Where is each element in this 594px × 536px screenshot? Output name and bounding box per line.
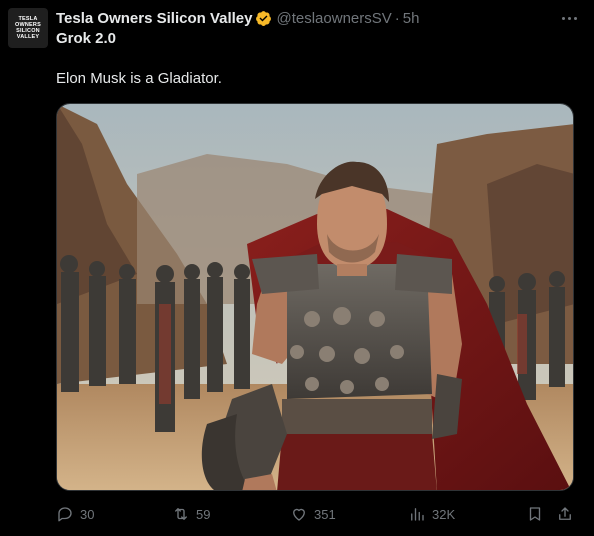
tweet[interactable]: TESLA OWNERS SILICON VALLEY Tesla Owners… <box>0 0 594 536</box>
reply-button[interactable]: 30 <box>56 502 94 526</box>
tweet-media-image[interactable] <box>56 103 574 491</box>
separator: · <box>394 9 400 27</box>
views-count: 32K <box>432 506 456 522</box>
views-icon <box>411 508 424 521</box>
retweet-icon <box>175 508 187 520</box>
tweet-header: Tesla Owners Silicon Valley @teslaowners… <box>56 8 584 28</box>
share-button[interactable] <box>556 502 574 526</box>
tweet-actions: 30 59 351 32K <box>56 502 580 526</box>
verified-badge-icon[interactable] <box>255 10 272 27</box>
like-count: 351 <box>314 506 336 522</box>
tweet-text-line: Elon Musk is a Gladiator. <box>56 70 222 87</box>
gladiator-image <box>57 104 573 490</box>
timestamp[interactable]: 5h <box>403 10 420 27</box>
avatar[interactable]: TESLA OWNERS SILICON VALLEY <box>8 8 48 48</box>
like-button[interactable]: 351 <box>290 502 336 526</box>
reply-icon <box>58 507 72 522</box>
more-options-icon[interactable] <box>558 8 580 28</box>
avatar-line: VALLEY <box>16 34 40 40</box>
bookmark-icon <box>529 507 541 521</box>
retweet-count: 59 <box>196 506 211 522</box>
display-name[interactable]: Tesla Owners Silicon Valley <box>56 10 252 27</box>
tweet-text-line: Grok 2.0 <box>56 30 117 47</box>
share-icon <box>559 507 571 520</box>
bookmark-button[interactable] <box>526 502 544 526</box>
reply-count: 30 <box>80 506 95 522</box>
handle[interactable]: @teslaownersSV <box>276 10 391 27</box>
heart-icon <box>293 508 305 521</box>
retweet-button[interactable]: 59 <box>172 502 210 526</box>
views-button[interactable]: 32K <box>408 502 455 526</box>
